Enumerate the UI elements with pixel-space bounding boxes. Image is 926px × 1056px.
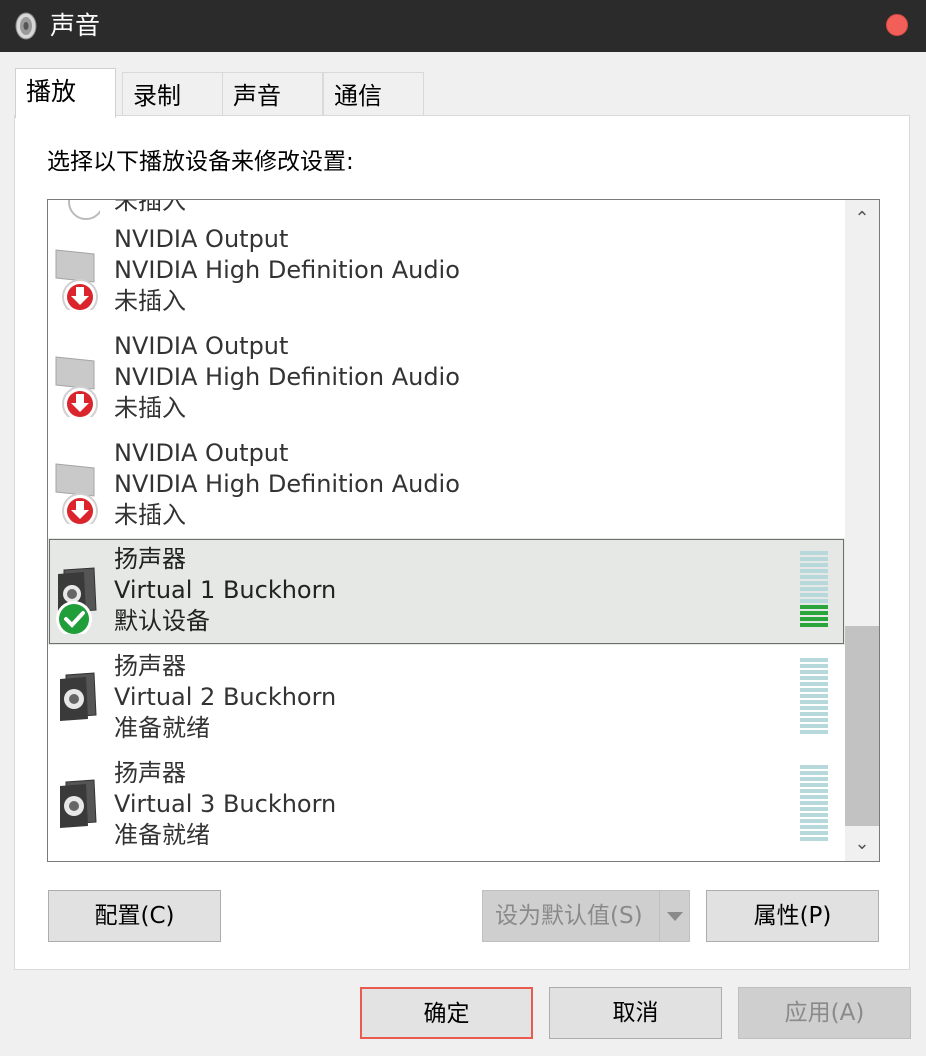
device-description: NVIDIA High Definition Audio: [114, 470, 460, 498]
device-name: NVIDIA Output: [114, 332, 289, 360]
level-segment: [800, 611, 828, 615]
level-segment: [800, 658, 828, 662]
device-status: 默认设备: [114, 607, 210, 635]
instruction-label: 选择以下播放设备来修改设置:: [47, 149, 354, 175]
device-status: 准备就绪: [114, 714, 210, 742]
device-item[interactable]: 扬声器 Virtual 3 Buckhorn 准备就绪: [48, 752, 845, 859]
device-list-viewport: 未插入 NVIDIA Output NVIDIA High Definition…: [48, 200, 845, 861]
level-segment: [800, 712, 828, 716]
device-item[interactable]: NVIDIA Output NVIDIA High Definition Aud…: [48, 200, 845, 315]
device-item-selected[interactable]: 扬声器 Virtual 1 Buckhorn 默认设备: [48, 538, 845, 645]
monitor-unplugged-icon: [55, 249, 98, 310]
device-description: NVIDIA High Definition Audio: [114, 256, 460, 284]
volume-level-meter: [800, 658, 828, 734]
level-segment: [800, 599, 828, 603]
level-segment: [800, 795, 828, 799]
level-segment: [800, 670, 828, 674]
device-description: NVIDIA High Definition Audio: [114, 363, 460, 391]
device-name: 扬声器: [114, 759, 186, 787]
level-segment: [800, 563, 828, 567]
scroll-up-icon[interactable]: ⌃: [845, 202, 879, 236]
close-dot-icon[interactable]: [886, 14, 908, 36]
title-bar: 声音: [0, 0, 926, 52]
apply-button[interactable]: 应用(A): [738, 987, 911, 1039]
level-segment: [800, 623, 828, 627]
properties-button[interactable]: 属性(P): [706, 890, 879, 942]
configure-button[interactable]: 配置(C): [48, 890, 221, 942]
level-segment: [800, 777, 828, 781]
level-segment: [800, 819, 828, 823]
level-segment: [800, 682, 828, 686]
device-description: Virtual 1 Buckhorn: [114, 576, 337, 604]
device-name: 扬声器: [114, 652, 186, 680]
level-segment: [800, 617, 828, 621]
scroll-thumb[interactable]: [845, 626, 879, 826]
level-segment: [800, 825, 828, 829]
speaker-icon: [60, 779, 97, 828]
level-segment: [800, 801, 828, 805]
scroll-down-icon[interactable]: ⌄: [845, 827, 879, 861]
level-segment: [800, 557, 828, 561]
ok-button[interactable]: 确定: [360, 987, 533, 1039]
monitor-unplugged-icon: [55, 356, 98, 417]
level-segment: [800, 688, 828, 692]
cancel-button[interactable]: 取消: [549, 987, 722, 1039]
set-default-dropdown[interactable]: [659, 891, 689, 941]
level-segment: [800, 730, 828, 734]
level-segment: [800, 724, 828, 728]
device-description: Virtual 3 Buckhorn: [114, 790, 337, 818]
speaker-icon: [15, 12, 37, 40]
level-segment: [800, 771, 828, 775]
chevron-down-icon: [667, 912, 683, 921]
level-segment: [800, 783, 828, 787]
tab-playback[interactable]: 播放: [15, 68, 116, 118]
speaker-icon: [60, 672, 97, 721]
device-item[interactable]: NVIDIA Output NVIDIA High Definition Aud…: [48, 414, 845, 529]
level-segment: [800, 694, 828, 698]
volume-level-meter: [800, 551, 828, 627]
tab-recording[interactable]: 录制: [122, 72, 223, 116]
level-segment: [800, 807, 828, 811]
level-segment: [800, 575, 828, 579]
level-segment: [800, 551, 828, 555]
level-segment: [800, 676, 828, 680]
level-segment: [800, 718, 828, 722]
list-scrollbar[interactable]: ⌃ ⌄: [845, 200, 879, 861]
device-status: 未插入: [114, 501, 186, 529]
level-segment: [800, 700, 828, 704]
device-description: Virtual 2 Buckhorn: [114, 683, 337, 711]
level-segment: [800, 813, 828, 817]
level-segment: [800, 765, 828, 769]
monitor-unplugged-icon: [55, 463, 98, 524]
level-segment: [800, 831, 828, 835]
level-segment: [800, 789, 828, 793]
speaker-default-icon: [56, 567, 97, 634]
device-item[interactable]: NVIDIA Output NVIDIA High Definition Aud…: [48, 307, 845, 422]
device-name: NVIDIA Output: [114, 439, 289, 467]
level-segment: [800, 837, 828, 841]
level-segment: [800, 706, 828, 710]
volume-level-meter: [800, 765, 828, 841]
device-status: 准备就绪: [114, 821, 210, 849]
device-name: NVIDIA Output: [114, 225, 289, 253]
device-list[interactable]: 未插入 NVIDIA Output NVIDIA High Definition…: [47, 199, 880, 862]
device-name: 扬声器: [114, 545, 186, 573]
level-segment: [800, 569, 828, 573]
level-segment: [800, 664, 828, 668]
level-segment: [800, 593, 828, 597]
tab-communications[interactable]: 通信: [323, 72, 424, 116]
window-title: 声音: [50, 11, 101, 40]
level-segment: [800, 587, 828, 591]
level-segment: [800, 581, 828, 585]
level-segment: [800, 605, 828, 609]
tab-sounds[interactable]: 声音: [222, 72, 323, 116]
device-item[interactable]: 扬声器 Virtual 2 Buckhorn 准备就绪: [48, 645, 845, 752]
